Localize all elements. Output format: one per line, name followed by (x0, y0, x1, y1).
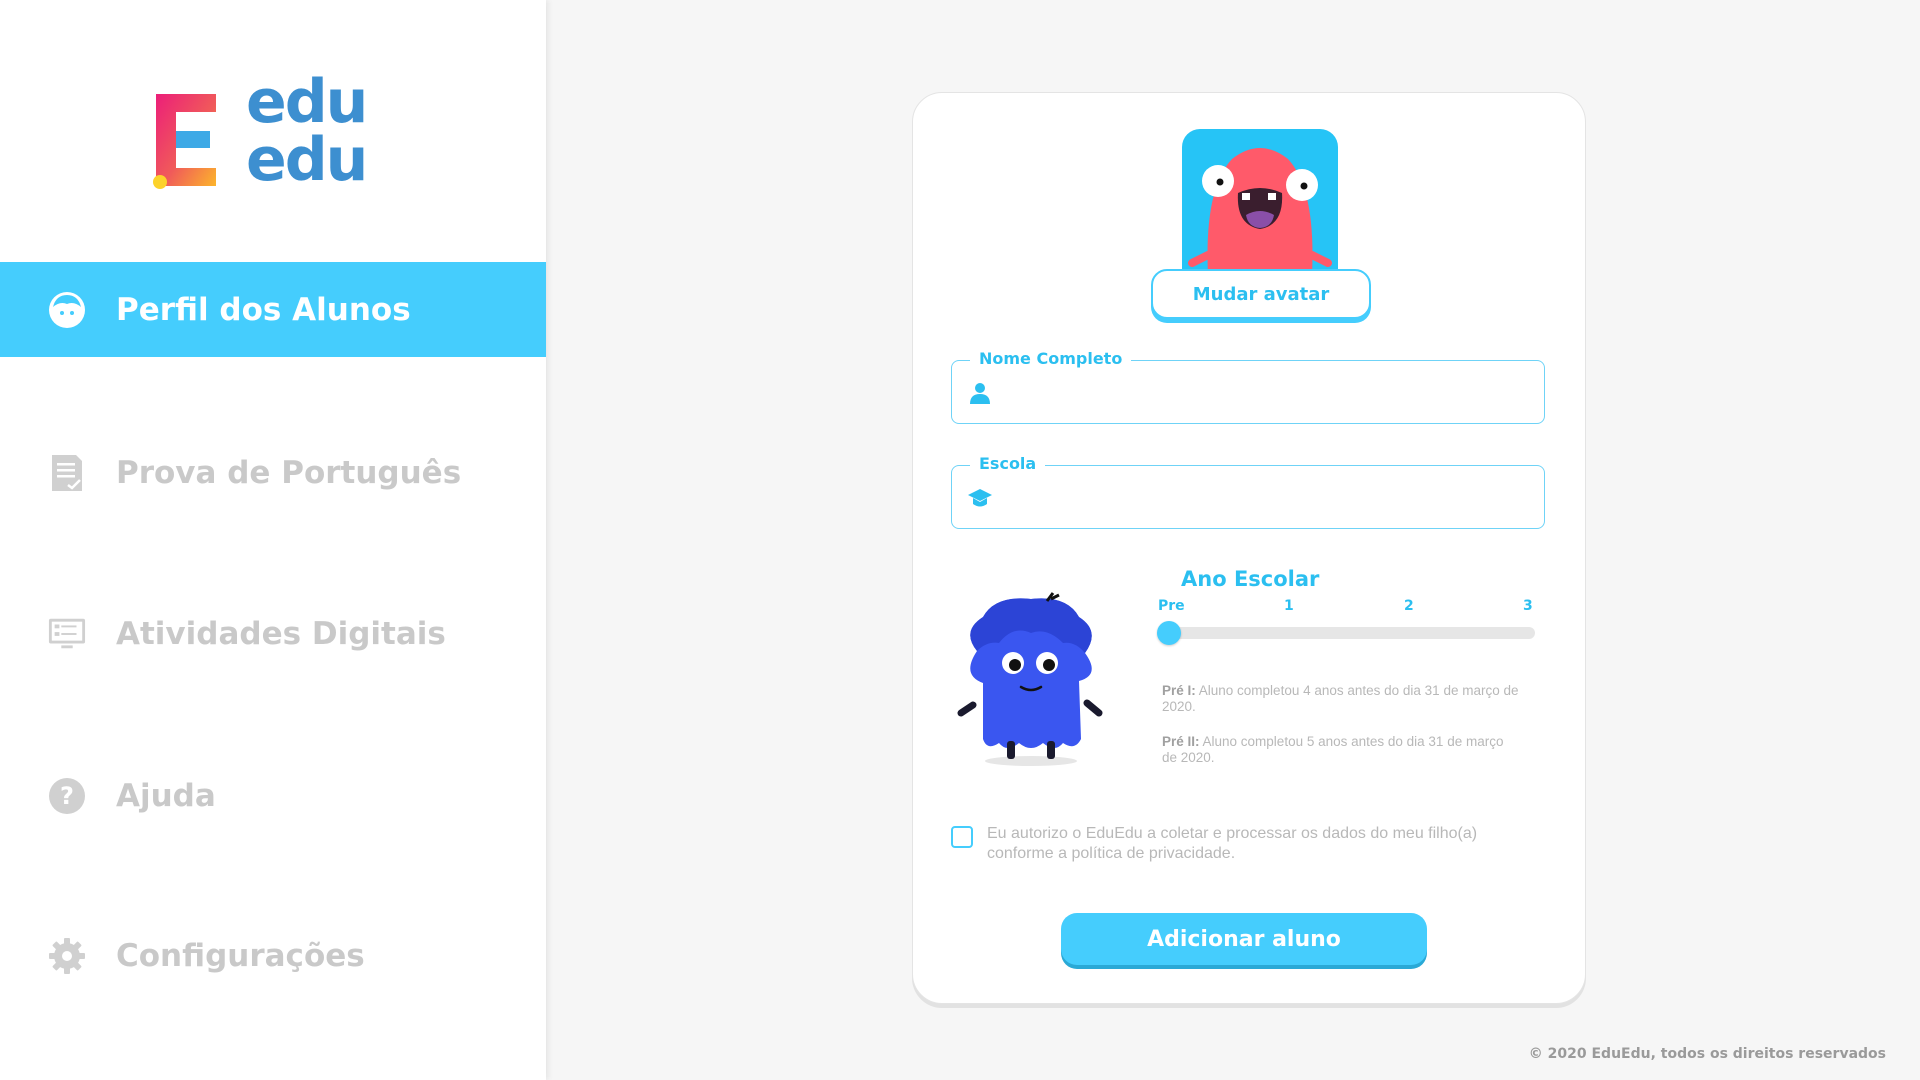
blue-mascot-icon (957, 592, 1103, 766)
school-year-title: Ano Escolar (1181, 567, 1320, 591)
school-input[interactable] (1008, 476, 1532, 518)
sidebar-item-atividades-digitais[interactable]: Atividades Digitais (0, 586, 546, 681)
grade-tick-label: 1 (1284, 598, 1294, 614)
gear-icon (48, 937, 86, 975)
sidebar-item-perfil-dos-alunos[interactable]: Perfil dos Alunos (0, 262, 546, 357)
sidebar-item-label: Perfil dos Alunos (116, 291, 411, 328)
sidebar-item-ajuda[interactable]: ? Ajuda (0, 748, 546, 843)
sidebar-item-configuracoes[interactable]: Configurações (0, 908, 546, 1003)
child-face-icon (48, 291, 86, 329)
avatar (1182, 129, 1338, 275)
full-name-field: Nome Completo (951, 349, 1545, 424)
add-student-button[interactable]: Adicionar aluno (1061, 913, 1427, 965)
sidebar: edu edu Perfil dos Alunos Prova de Portu… (0, 0, 546, 1080)
copyright-footer: © 2020 EduEdu, todos os direitos reserva… (1528, 1046, 1886, 1062)
person-icon (970, 383, 990, 404)
consent-text: Eu autorizo o EduEdu a coletar e process… (987, 825, 1478, 862)
document-check-icon (48, 454, 86, 492)
sidebar-item-label: Configurações (116, 937, 365, 974)
sidebar-item-label: Ajuda (116, 777, 216, 814)
grade-note: Pré II: Aluno completou 5 anos antes do … (1162, 734, 1504, 765)
grade-tick-label: Pre (1158, 598, 1185, 614)
grade-tick-label: 2 (1404, 598, 1414, 614)
full-name-input[interactable] (1008, 371, 1532, 413)
monster-avatar-icon (1188, 148, 1332, 275)
sidebar-item-label: Prova de Português (116, 454, 462, 491)
logo-e-icon (153, 94, 216, 189)
change-avatar-button[interactable]: Mudar avatar (1151, 269, 1371, 319)
help-question-icon: ? (48, 777, 86, 815)
monitor-checklist-icon (48, 615, 86, 653)
logo-word-bottom: edu (246, 125, 368, 195)
grade-tick-label: 3 (1523, 598, 1533, 614)
svg-text:?: ? (60, 782, 74, 810)
grade-note: Pré I: Aluno completou 4 anos antes do d… (1162, 683, 1519, 714)
school-field: Escola (951, 454, 1545, 529)
logo-word-top: edu (246, 67, 368, 137)
school-year-slider[interactable] (1157, 621, 1535, 645)
slider-thumb[interactable] (1157, 621, 1181, 645)
consent-checkbox[interactable] (951, 826, 973, 848)
sidebar-item-label: Atividades Digitais (116, 615, 446, 652)
full-name-label: Nome Completo (970, 349, 1132, 368)
graduation-cap-icon (968, 489, 992, 507)
school-label: Escola (970, 454, 1046, 473)
eduedu-logo: edu edu (148, 66, 388, 190)
sidebar-item-prova-de-portugues[interactable]: Prova de Português (0, 425, 546, 520)
student-form-card: Mudar avatar Nome Completo Escola Ano Es… (912, 92, 1586, 1004)
